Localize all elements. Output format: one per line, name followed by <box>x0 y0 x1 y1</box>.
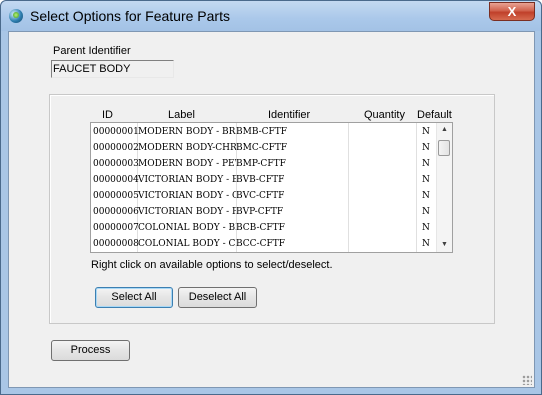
cell-default: N <box>422 207 430 217</box>
cell-id: 00000003 <box>93 159 139 169</box>
cell-identifier: BMC-CFTF <box>236 143 288 153</box>
cell-id: 00000002 <box>93 143 139 153</box>
cell-id: 00000006 <box>93 207 139 217</box>
app-globe-icon <box>9 9 23 23</box>
cell-id: 00000008 <box>93 239 139 249</box>
process-button[interactable]: Process <box>51 340 130 361</box>
cell-default: N <box>422 127 430 137</box>
parent-identifier-field: FAUCET BODY <box>51 60 174 78</box>
selection-hint: Right click on available options to sele… <box>91 259 333 271</box>
cell-default: N <box>422 191 430 201</box>
list-item[interactable]: 00000008 COLONIAL BODY - CH BCC-CFTF N <box>91 237 436 252</box>
cell-identifier: BVC-CFTF <box>236 191 285 201</box>
close-button[interactable]: X <box>489 2 535 21</box>
deselect-all-button[interactable]: Deselect All <box>178 287 257 308</box>
cell-label: VICTORIAN BODY - P <box>138 207 236 217</box>
list-item[interactable]: 00000005 VICTORIAN BODY - C BVC-CFTF N <box>91 189 436 205</box>
cell-identifier: BVB-CFTF <box>236 175 285 185</box>
cell-label: MODERN BODY-CHR <box>138 143 236 153</box>
cell-id: 00000007 <box>93 223 139 233</box>
scrollbar-thumb[interactable] <box>438 140 450 156</box>
window-title: Select Options for Feature Parts <box>30 8 230 24</box>
options-group: ID Label Identifier Quantity Default 000… <box>49 94 495 324</box>
cell-label: VICTORIAN BODY - B <box>138 175 236 185</box>
scroll-up-arrow-icon[interactable]: ▲ <box>441 126 448 133</box>
cell-id: 00000001 <box>93 127 139 137</box>
cell-label: COLONIAL BODY - CH <box>138 239 236 249</box>
list-item[interactable]: 00000001 MODERN BODY - BR BMB-CFTF N <box>91 125 436 141</box>
select-all-button[interactable]: Select All <box>95 287 173 308</box>
parent-identifier-label: Parent Identifier <box>53 45 131 57</box>
list-item[interactable]: 00000003 MODERN BODY - PEW BMP-CFTF N <box>91 157 436 173</box>
cell-identifier: BMP-CFTF <box>236 159 286 169</box>
cell-identifier: BVP-CFTF <box>236 207 284 217</box>
dialog-body: Parent Identifier FAUCET BODY ID Label I… <box>8 31 535 388</box>
column-header-default[interactable]: Default <box>417 109 452 121</box>
cell-default: N <box>422 143 430 153</box>
cell-identifier: BMB-CFTF <box>236 127 288 137</box>
list-item[interactable]: 00000002 MODERN BODY-CHR BMC-CFTF N <box>91 141 436 157</box>
cell-default: N <box>422 239 430 249</box>
list-item[interactable]: 00000004 VICTORIAN BODY - B BVB-CFTF N <box>91 173 436 189</box>
options-list[interactable]: 00000001 MODERN BODY - BR BMB-CFTF N 000… <box>90 122 453 253</box>
resize-grip-icon[interactable] <box>522 375 532 385</box>
cell-label: COLONIAL BODY - BI <box>138 223 236 233</box>
title-bar[interactable]: Select Options for Feature Parts X <box>1 1 541 31</box>
cell-default: N <box>422 223 430 233</box>
cell-label: VICTORIAN BODY - C <box>138 191 236 201</box>
column-header-identifier[interactable]: Identifier <box>268 109 310 121</box>
vertical-scrollbar[interactable]: ▲ ▼ <box>436 123 452 252</box>
cell-default: N <box>422 159 430 169</box>
cell-id: 00000004 <box>93 175 139 185</box>
cell-identifier: BCB-CFTF <box>236 223 285 233</box>
column-header-label[interactable]: Label <box>168 109 195 121</box>
column-header-quantity[interactable]: Quantity <box>364 109 405 121</box>
list-item[interactable]: 00000007 COLONIAL BODY - BI BCB-CFTF N <box>91 221 436 237</box>
cell-label: MODERN BODY - BR <box>138 127 236 137</box>
scroll-down-arrow-icon[interactable]: ▼ <box>441 241 448 248</box>
column-header-id[interactable]: ID <box>102 109 113 121</box>
cell-id: 00000005 <box>93 191 139 201</box>
cell-identifier: BCC-CFTF <box>236 239 285 249</box>
cell-default: N <box>422 175 430 185</box>
dialog-window: Select Options for Feature Parts X Paren… <box>0 0 542 395</box>
list-item[interactable]: 00000006 VICTORIAN BODY - P BVP-CFTF N <box>91 205 436 221</box>
cell-label: MODERN BODY - PEW <box>138 159 236 169</box>
